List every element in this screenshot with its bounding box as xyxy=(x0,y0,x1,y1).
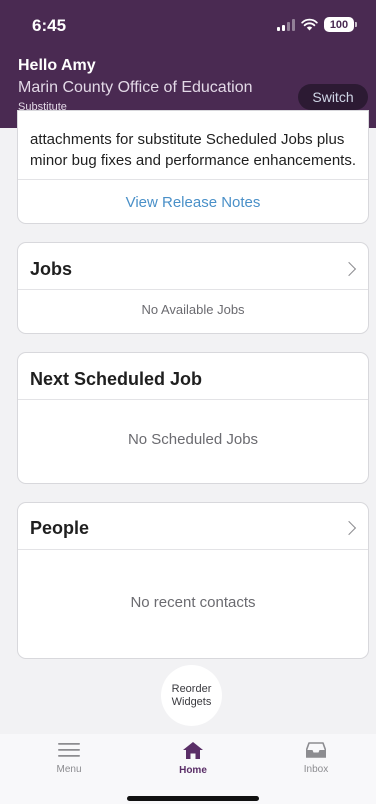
divider xyxy=(18,179,368,180)
bottom-tab-bar: Menu Home Inbox xyxy=(0,734,376,804)
chevron-right-icon xyxy=(341,261,357,277)
tab-home-label: Home xyxy=(179,765,207,776)
chevron-right-icon xyxy=(341,520,357,536)
menu-icon xyxy=(58,743,80,757)
tab-inbox[interactable]: Inbox xyxy=(276,742,356,786)
status-icons: 100 xyxy=(277,17,357,32)
people-widget-header[interactable]: People xyxy=(18,503,368,549)
jobs-widget-header[interactable]: Jobs xyxy=(18,243,368,289)
tab-menu-label: Menu xyxy=(56,764,82,775)
status-bar: 6:45 100 xyxy=(0,0,376,52)
greeting-text: Hello Amy xyxy=(18,57,96,74)
jobs-title: Jobs xyxy=(30,259,73,279)
reorder-widgets-button[interactable]: Reorder Widgets xyxy=(161,665,222,726)
switch-button[interactable]: Switch xyxy=(298,84,368,110)
tab-menu[interactable]: Menu xyxy=(29,742,109,786)
reorder-label-line1: Reorder xyxy=(171,682,212,695)
release-notes-card: attachments for substitute Scheduled Job… xyxy=(17,110,369,224)
tab-inbox-label: Inbox xyxy=(303,764,329,775)
divider xyxy=(18,289,368,290)
people-empty-text: No recent contacts xyxy=(130,594,256,611)
inbox-icon xyxy=(306,742,326,758)
jobs-empty-text: No Available Jobs xyxy=(141,302,245,317)
wifi-icon xyxy=(301,18,318,31)
jobs-widget: Jobs No Available Jobs xyxy=(17,242,369,334)
next-scheduled-job-title: Next Scheduled Job xyxy=(30,369,203,389)
tab-home[interactable]: Home xyxy=(153,742,233,786)
people-title: People xyxy=(30,518,90,538)
organization-name: Marin County Office of Education xyxy=(18,79,253,96)
view-release-notes-link[interactable]: View Release Notes xyxy=(18,194,368,211)
battery-icon: 100 xyxy=(324,17,357,32)
release-notes-text: attachments for substitute Scheduled Job… xyxy=(30,131,357,169)
people-widget: People No recent contacts xyxy=(17,502,369,659)
divider xyxy=(18,399,368,400)
reorder-label-line2: Widgets xyxy=(171,695,212,708)
next-scheduled-job-widget: Next Scheduled Job No Scheduled Jobs xyxy=(17,352,369,484)
status-time: 6:45 xyxy=(32,16,67,35)
cellular-signal-icon xyxy=(277,18,295,31)
home-icon xyxy=(183,742,203,759)
next-job-empty-text: No Scheduled Jobs xyxy=(127,431,259,448)
divider xyxy=(18,549,368,550)
app-header: 6:45 100 Hello Amy Marin County Office o… xyxy=(0,0,376,128)
home-indicator xyxy=(127,796,259,801)
